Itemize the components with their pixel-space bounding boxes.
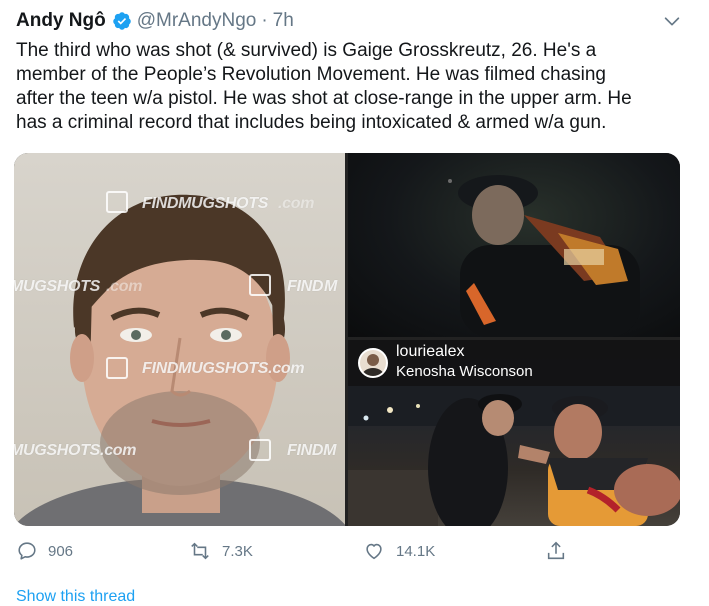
instagram-username: louriealex xyxy=(396,343,465,360)
like-button[interactable]: 14.1K xyxy=(362,540,435,562)
tweet[interactable]: Andy Ngô @MrAndyNgo · 7h The third who w… xyxy=(0,0,709,605)
watermark-text: FINDM xyxy=(287,442,337,459)
tweet-actions: 906 7.3K 14.1K xyxy=(0,532,709,572)
watermark-icon xyxy=(106,191,128,213)
like-count: 14.1K xyxy=(396,542,436,560)
retweet-count: 7.3K xyxy=(222,542,253,560)
tweet-text-line: member of the People’s Revolution Moveme… xyxy=(16,64,606,85)
show-thread-link[interactable]: Show this thread xyxy=(16,588,135,606)
retweet-icon xyxy=(191,542,209,560)
tweet-text-line: has a criminal record that includes bein… xyxy=(16,112,607,133)
watermark-text: .com xyxy=(106,278,143,295)
tweet-text-line: The third who was shot (& survived) is G… xyxy=(16,40,597,61)
tweet-text-line: after the teen w/a pistol. He was shot a… xyxy=(16,88,632,109)
chevron-down-icon[interactable] xyxy=(661,10,683,32)
verified-badge-icon xyxy=(112,11,132,31)
heart-icon xyxy=(366,543,382,560)
reply-button[interactable]: 906 xyxy=(16,540,73,562)
tweet-text: The third who was shot (& survived) is G… xyxy=(16,39,686,135)
reply-icon xyxy=(18,542,36,560)
watermark-icon xyxy=(249,274,271,296)
tweet-timestamp[interactable]: 7h xyxy=(273,10,294,32)
separator-dot: · xyxy=(261,10,268,31)
watermark-text: M xyxy=(324,278,338,295)
mugshot-image[interactable]: FINDMUGSHOTS .com MUGSHOTS .com FIND M F… xyxy=(14,153,345,526)
watermark-text: MUGSHOTS xyxy=(14,278,101,295)
instagram-location: Kenosha Wisconson xyxy=(396,363,533,380)
watermark-text: FIND xyxy=(287,278,324,295)
share-button[interactable] xyxy=(544,540,578,562)
watermark-text: MUGSHOTS.com xyxy=(14,442,137,459)
reply-count: 906 xyxy=(48,542,74,560)
media-grid: FINDMUGSHOTS .com MUGSHOTS .com FIND M F… xyxy=(14,153,680,526)
share-icon xyxy=(547,541,565,560)
watermark-icon xyxy=(249,439,271,461)
author-handle[interactable]: @MrAndyNgo xyxy=(137,10,257,32)
watermark-text: FINDMUGSHOTS xyxy=(142,195,269,212)
night-photo-illustration xyxy=(448,175,640,337)
watermark-text: .com xyxy=(278,195,315,212)
tweet-header: Andy Ngô @MrAndyNgo · 7h xyxy=(16,6,294,36)
retweet-button[interactable]: 7.3K xyxy=(188,540,253,562)
instagram-avatar xyxy=(358,348,388,378)
author-name[interactable]: Andy Ngô xyxy=(16,10,106,32)
street-photo[interactable]: louriealex Kenosha Wisconson xyxy=(348,340,680,526)
instagram-overlay: louriealex Kenosha Wisconson xyxy=(348,340,680,386)
night-photo[interactable] xyxy=(348,153,680,337)
watermark-text: FINDMUGSHOTS.com xyxy=(142,360,305,377)
watermark-icon xyxy=(106,357,128,379)
